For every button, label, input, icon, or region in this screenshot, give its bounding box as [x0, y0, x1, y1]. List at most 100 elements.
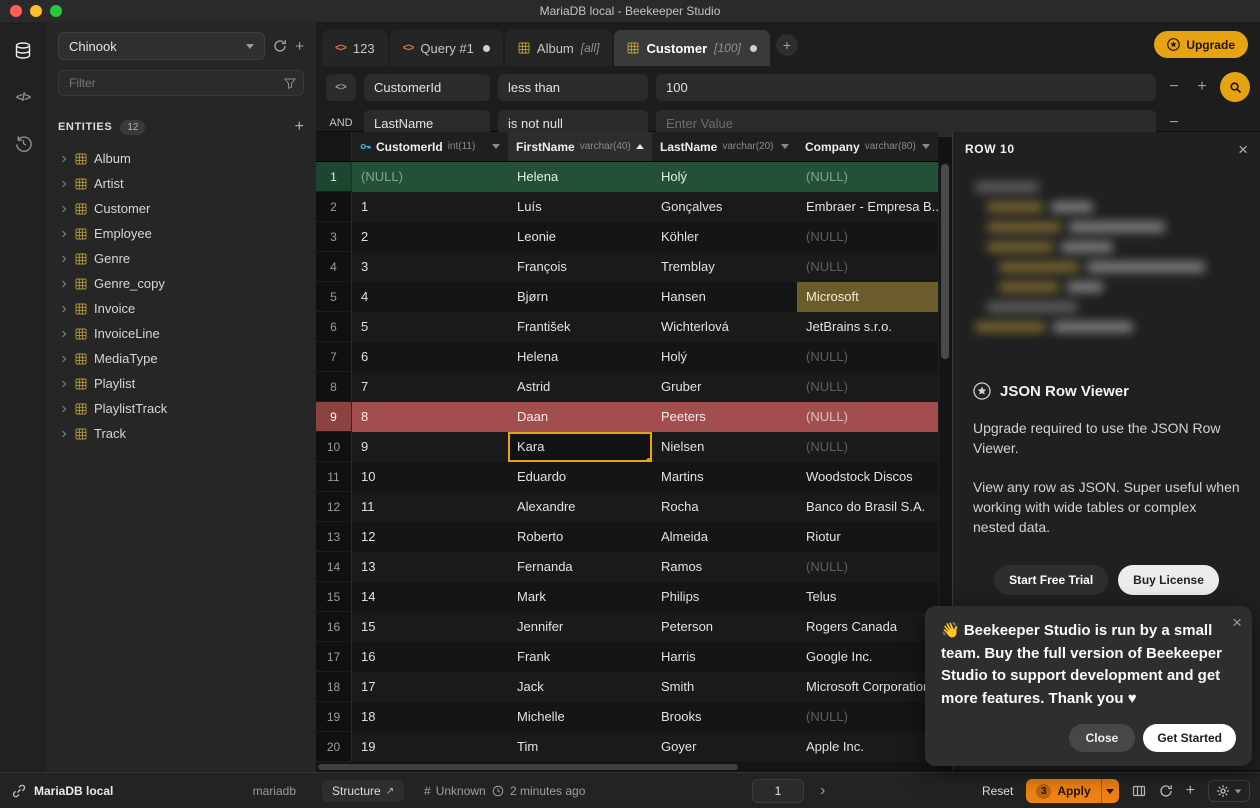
apply-filter-button[interactable]: [1220, 72, 1250, 102]
grid-cell[interactable]: Gonçalves: [652, 192, 797, 222]
filter-code-toggle[interactable]: <>: [326, 74, 356, 101]
row-number[interactable]: 13: [316, 522, 352, 552]
grid-cell[interactable]: Telus: [797, 582, 938, 612]
horizontal-scrollbar[interactable]: [316, 762, 938, 772]
table-row[interactable]: 1413FernandaRamos(NULL): [316, 552, 938, 582]
grid-cell[interactable]: 17: [352, 672, 508, 702]
grid-cell[interactable]: (NULL): [797, 252, 938, 282]
next-page-button[interactable]: ›: [820, 783, 825, 799]
column-header-company[interactable]: Companyvarchar(80): [797, 132, 938, 161]
grid-cell[interactable]: (NULL): [797, 432, 938, 462]
grid-cell[interactable]: Gruber: [652, 372, 797, 402]
table-row[interactable]: 1918MichelleBrooks(NULL): [316, 702, 938, 732]
row-number[interactable]: 17: [316, 642, 352, 672]
grid-cell[interactable]: Leonie: [508, 222, 652, 252]
apply-dropdown-button[interactable]: [1101, 779, 1119, 803]
sidebar-item-customer[interactable]: Customer: [58, 196, 304, 221]
table-row[interactable]: 43FrançoisTremblay(NULL): [316, 252, 938, 282]
grid-cell[interactable]: Jack: [508, 672, 652, 702]
table-row[interactable]: 1514MarkPhilipsTelus: [316, 582, 938, 612]
close-panel-icon[interactable]: ×: [1238, 141, 1248, 158]
structure-button[interactable]: Structure↗: [322, 780, 404, 802]
grid-cell[interactable]: 2: [352, 222, 508, 252]
reset-button[interactable]: Reset: [982, 784, 1013, 798]
table-row[interactable]: 1312RobertoAlmeidaRiotur: [316, 522, 938, 552]
grid-cell[interactable]: Mark: [508, 582, 652, 612]
grid-cell[interactable]: 10: [352, 462, 508, 492]
upgrade-button[interactable]: Upgrade: [1154, 31, 1248, 58]
row-number[interactable]: 18: [316, 672, 352, 702]
table-row[interactable]: 1615JenniferPetersonRogers Canada: [316, 612, 938, 642]
grid-cell[interactable]: 9: [352, 432, 508, 462]
settings-button[interactable]: [1208, 780, 1250, 802]
grid-cell[interactable]: 11: [352, 492, 508, 522]
grid-cell[interactable]: Peterson: [652, 612, 797, 642]
row-number[interactable]: 11: [316, 462, 352, 492]
row-number[interactable]: 1: [316, 162, 352, 192]
sidebar-item-track[interactable]: Track: [58, 421, 304, 446]
row-number[interactable]: 14: [316, 552, 352, 582]
row-number[interactable]: 15: [316, 582, 352, 612]
grid-cell[interactable]: 12: [352, 522, 508, 552]
table-row[interactable]: 1817JackSmithMicrosoft Corporation: [316, 672, 938, 702]
toast-get-started-button[interactable]: Get Started: [1143, 724, 1236, 752]
zoom-window-button[interactable]: [50, 5, 62, 17]
refresh-table-icon[interactable]: [1159, 784, 1173, 798]
grid-cell[interactable]: Philips: [652, 582, 797, 612]
grid-cell[interactable]: 5: [352, 312, 508, 342]
row-number[interactable]: 7: [316, 342, 352, 372]
grid-cell[interactable]: Holý: [652, 162, 797, 192]
grid-cell[interactable]: Microsoft Corporation: [797, 672, 938, 702]
grid-cell[interactable]: Ramos: [652, 552, 797, 582]
table-row[interactable]: 1716FrankHarrisGoogle Inc.: [316, 642, 938, 672]
connections-icon[interactable]: [13, 40, 33, 62]
sidebar-item-invoice[interactable]: Invoice: [58, 296, 304, 321]
grid-cell[interactable]: Bjørn: [508, 282, 652, 312]
toggle-columns-icon[interactable]: [1132, 784, 1146, 798]
table-row[interactable]: 1211AlexandreRochaBanco do Brasil S.A.: [316, 492, 938, 522]
row-number[interactable]: 16: [316, 612, 352, 642]
grid-corner[interactable]: [316, 132, 352, 161]
grid-cell[interactable]: Frank: [508, 642, 652, 672]
table-filter-input[interactable]: [58, 70, 304, 96]
column-header-firstname[interactable]: FirstNamevarchar(40): [508, 132, 652, 161]
grid-cell[interactable]: Rocha: [652, 492, 797, 522]
grid-cell[interactable]: JetBrains s.r.o.: [797, 312, 938, 342]
connection-select[interactable]: Chinook: [58, 32, 265, 60]
grid-cell[interactable]: 7: [352, 372, 508, 402]
new-tab-button[interactable]: +: [776, 34, 798, 56]
table-row[interactable]: 65FrantišekWichterlováJetBrains s.r.o.: [316, 312, 938, 342]
sidebar-item-artist[interactable]: Artist: [58, 171, 304, 196]
tab-query-1[interactable]: <>Query #1: [390, 30, 503, 66]
row-number[interactable]: 19: [316, 702, 352, 732]
row-number[interactable]: 10: [316, 432, 352, 462]
sidebar-item-mediatype[interactable]: MediaType: [58, 346, 304, 371]
refresh-tables-icon[interactable]: [273, 39, 287, 53]
remove-filter-button[interactable]: −: [1164, 78, 1184, 96]
page-number-input[interactable]: [752, 779, 804, 803]
close-window-button[interactable]: [10, 5, 22, 17]
grid-cell[interactable]: 8: [352, 402, 508, 432]
grid-cell[interactable]: (NULL): [797, 702, 938, 732]
table-row[interactable]: 2019TimGoyerApple Inc.: [316, 732, 938, 762]
grid-cell[interactable]: Kara: [508, 432, 652, 462]
table-row[interactable]: 54BjørnHansenMicrosoft: [316, 282, 938, 312]
add-filter-button[interactable]: +: [1192, 78, 1212, 96]
row-number[interactable]: 9: [316, 402, 352, 432]
grid-cell[interactable]: 14: [352, 582, 508, 612]
sidebar-item-employee[interactable]: Employee: [58, 221, 304, 246]
add-row-icon[interactable]: +: [1186, 782, 1195, 800]
grid-cell[interactable]: François: [508, 252, 652, 282]
buy-license-button[interactable]: Buy License: [1118, 565, 1219, 595]
grid-cell[interactable]: František: [508, 312, 652, 342]
grid-cell[interactable]: Banco do Brasil S.A.: [797, 492, 938, 522]
grid-cell[interactable]: Tremblay: [652, 252, 797, 282]
grid-cell[interactable]: (NULL): [797, 402, 938, 432]
grid-cell[interactable]: Helena: [508, 342, 652, 372]
table-row[interactable]: 76HelenaHolý(NULL): [316, 342, 938, 372]
grid-cell[interactable]: Alexandre: [508, 492, 652, 522]
table-row[interactable]: 98DaanPeeters(NULL): [316, 402, 938, 432]
grid-cell[interactable]: Google Inc.: [797, 642, 938, 672]
grid-cell[interactable]: Nielsen: [652, 432, 797, 462]
row-number[interactable]: 2: [316, 192, 352, 222]
